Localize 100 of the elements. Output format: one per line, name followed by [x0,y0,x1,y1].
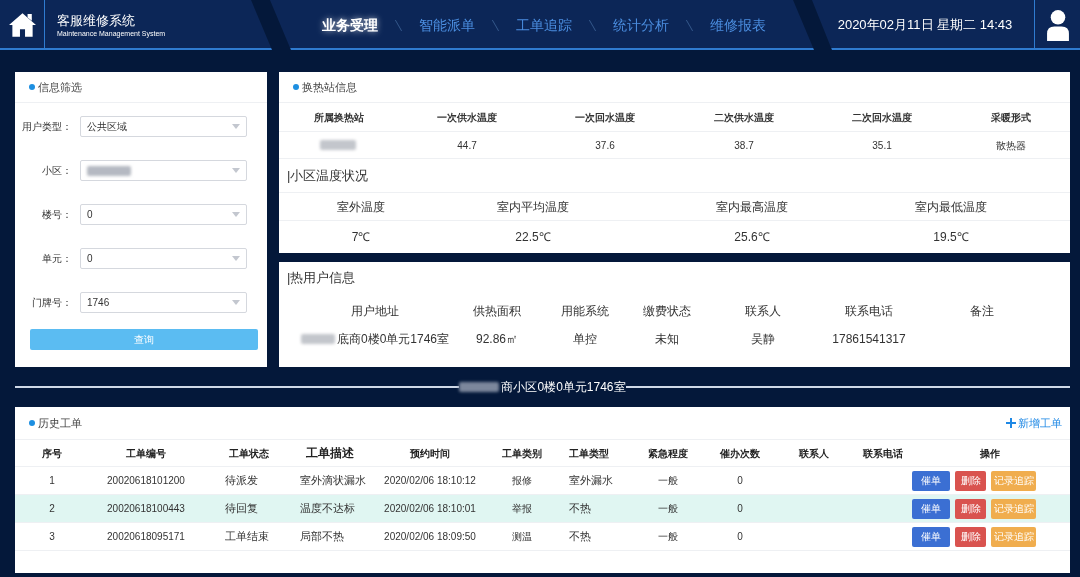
table-cell-text: 单控 [573,331,597,348]
table-cell-text: 20020618100443 [107,502,185,516]
action-button[interactable]: 催单 [912,470,950,491]
column-header: 工单状态 [228,446,270,461]
table-cell-text: 报修 [512,474,532,488]
caret-icon [232,212,240,217]
table-cell-text: 7℃ [350,229,372,246]
select-field[interactable]: 1746 [80,292,247,313]
table-cell-text: 测温 [512,530,532,544]
column-header: 采暖形式 [989,110,1032,125]
column-header: 操作 [979,446,1001,461]
table-cell-text: 待派发 [225,473,258,489]
table-cell-text: 0 [737,502,743,516]
table-cell-text: 19.5℃ [932,229,970,246]
column-header: 序号 [41,446,63,461]
select-field[interactable]: 0 [80,248,247,269]
column-header: 联系人 [744,303,782,320]
table-cell-text: 37.6 [595,138,615,153]
column-header: 备注 [969,303,995,320]
column-header: 所属换热站 [313,110,365,125]
table-cell-text: 底商0楼0单元1746室 [336,331,449,348]
select-field[interactable] [80,160,247,181]
caret-icon [232,300,240,305]
app-title: 客服维修系统 [57,13,135,27]
select-field[interactable]: 0 [80,204,247,225]
user-icon [1046,9,1069,41]
panel-title: 信息筛选 [38,79,82,95]
user-button[interactable] [1035,0,1080,50]
action-button[interactable]: 删除 [955,498,986,519]
column-header: 二次回水温度 [851,110,913,125]
action-button[interactable]: 催单 [912,498,950,519]
column-header: 工单编号 [125,446,167,461]
column-header: 催办次数 [719,446,761,461]
table-cell-text: 局部不热 [300,529,344,545]
field-label: 楼号： [41,208,72,222]
table-cell-text: 未知 [655,331,679,348]
column-header: 二次供水温度 [713,110,775,125]
nav-tab[interactable]: 统计分析 [593,14,689,36]
column-header: 室外温度 [336,198,386,216]
column-header: 室内最高温度 [715,198,789,216]
table-cell-text: 17861541317 [832,331,906,348]
column-header: 用能系统 [560,303,610,320]
column-header: 缴费状态 [642,303,692,320]
column-header: 联系电话 [844,303,894,320]
table-cell-text: 1 [49,474,55,488]
column-header: 工单类型 [568,446,610,461]
action-button[interactable]: 删除 [955,526,986,547]
column-header: 供热面积 [472,303,522,320]
select-field[interactable]: 公共区域 [80,116,247,137]
column-header: 联系人 [798,446,830,461]
column-header: 联系电话 [861,446,904,461]
location-title: 商小区0楼0单元1746室 [501,379,626,396]
table-cell-text: 室外滴状漏水 [300,473,366,489]
column-header: 室内平均温度 [496,198,570,216]
table-cell-text: 待回复 [225,501,258,517]
column-header: 工单类别 [501,446,543,461]
table-cell-text: 一般 [658,502,678,516]
table-cell-text: 2020/02/06 18:10:12 [384,474,476,488]
table-cell-text: 20020618101200 [107,474,185,488]
column-header: 一次供水温度 [436,110,498,125]
table-cell-text: 2020/02/06 18:10:01 [384,502,476,516]
table-cell-text: 0 [737,474,743,488]
plus-icon [1006,418,1016,428]
table-cell-text: 温度不达标 [300,501,355,517]
table-cell-text: 25.6℃ [733,229,771,246]
column-header: 预约时间 [409,446,451,461]
caret-icon [232,256,240,261]
table-cell-text: 38.7 [734,138,754,153]
nav-tab[interactable]: 工单追踪 [496,14,592,36]
field-label: 门牌号： [31,296,72,310]
column-header: 紧急程度 [647,446,689,461]
table-cell-text: 一般 [658,530,678,544]
add-order-button[interactable]: 新增工单 [1006,414,1062,432]
table-cell-text: 35.1 [872,138,892,153]
field-label: 用户类型： [21,120,72,134]
action-button[interactable]: 催单 [912,526,950,547]
table-cell-text: 2020/02/06 18:09:50 [384,530,476,544]
column-header: 工单描述 [305,445,355,462]
datetime-text: 2020年02月11日 星期二 14:43 [837,16,1013,35]
section-title: |小区温度状况 [287,166,369,185]
column-header: 一次回水温度 [574,110,636,125]
table-row[interactable]: 2 20020618100443 待回复 温度不达标 2020/02/06 18:10:01 举报 不热 一般 0 催单 删除 记录追踪 [15,495,1070,523]
panel-title: 换热站信息 [302,79,357,95]
table-cell-text: 92.86㎡ [476,331,518,348]
table-cell-text: 散热器 [995,138,1026,153]
table-cell-text: 室外漏水 [569,473,613,489]
home-button[interactable] [0,0,45,50]
home-icon [8,13,36,37]
caret-icon [232,124,240,129]
table-cell-text: 吴静 [751,331,775,348]
table-cell-text: 工单结束 [225,529,269,545]
nav-tab[interactable]: 业务受理 [302,14,398,36]
nav-tab[interactable]: 智能派单 [399,14,495,36]
table-cell-text: 2 [49,502,55,516]
column-header: 用户地址 [350,303,400,320]
action-button[interactable]: 删除 [955,470,986,491]
nav-tab[interactable]: 维修报表 [690,14,786,36]
table-cell-text: 一般 [658,474,678,488]
table-cell-text: 不热 [569,501,591,517]
table-cell-text: 20020618095171 [107,530,185,544]
